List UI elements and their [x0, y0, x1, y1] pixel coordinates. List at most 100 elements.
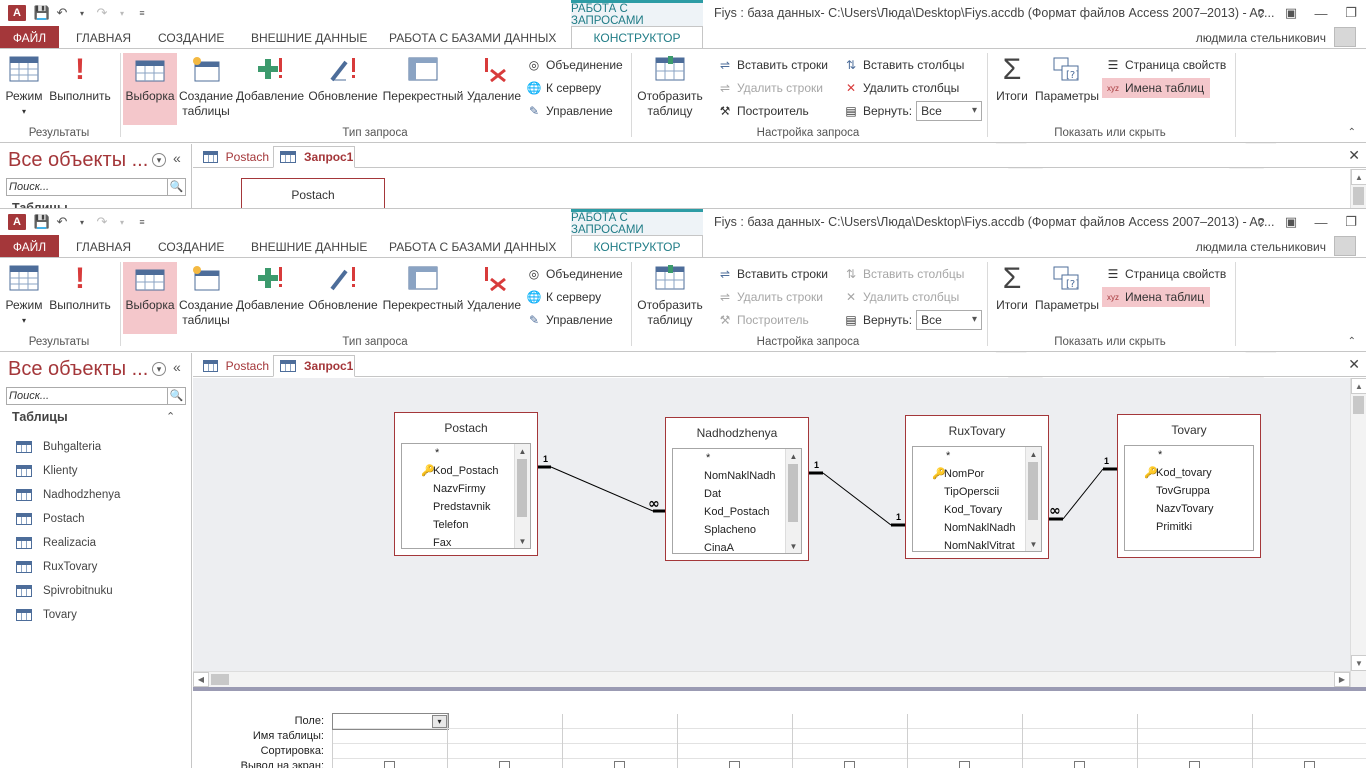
grid-cell[interactable]	[1138, 729, 1253, 744]
chevron-down-icon[interactable]: ▾	[432, 715, 447, 728]
show-checkbox[interactable]	[729, 761, 740, 768]
user-name[interactable]: людмила стельникович	[1196, 31, 1326, 45]
update-button[interactable]: Обновление	[306, 262, 380, 334]
show-checkbox[interactable]	[499, 761, 510, 768]
grid-column[interactable]	[792, 714, 908, 768]
table-names-button[interactable]: xyz Имена таблиц	[1102, 78, 1211, 98]
field-list-scrollbar[interactable]: ▲ ▼	[1025, 447, 1041, 551]
grid-cell[interactable]	[563, 729, 678, 744]
view-button[interactable]: Режим ▾	[4, 262, 44, 334]
avatar[interactable]	[1334, 27, 1356, 47]
grid-cell[interactable]	[448, 744, 563, 759]
nav-item-ruxtovary[interactable]: RuxTovary	[16, 557, 97, 577]
grid-cell[interactable]	[1023, 759, 1138, 768]
grid-cell[interactable]	[908, 714, 1023, 729]
undo-icon[interactable]: ↶	[52, 212, 72, 232]
field-item[interactable]: NomNaklNadh	[704, 467, 776, 485]
scroll-down-icon[interactable]: ▼	[1026, 537, 1041, 551]
insert-rows-button[interactable]: ⇌ Вставить строки	[717, 264, 828, 284]
grid-cell[interactable]	[678, 714, 793, 729]
field-item[interactable]: NomPor	[944, 465, 984, 483]
field-list-postach[interactable]: Postach	[241, 178, 385, 208]
field-all[interactable]: *	[706, 449, 710, 467]
builder-button[interactable]: ⚒ Построитель	[717, 101, 809, 121]
field-item[interactable]: NazvFirmy	[433, 480, 486, 498]
search-icon[interactable]: 🔍	[167, 388, 185, 404]
vertical-scrollbar[interactable]: ▲	[1350, 169, 1366, 208]
access-app-icon[interactable]: A	[8, 214, 26, 230]
save-icon[interactable]: 💾	[32, 212, 52, 232]
show-checkbox[interactable]	[384, 761, 395, 768]
show-checkbox[interactable]	[1304, 761, 1315, 768]
grid-column[interactable]	[677, 714, 793, 768]
ribbon-display-icon[interactable]: ▣	[1276, 209, 1306, 235]
scroll-up-icon[interactable]: ▲	[515, 444, 530, 458]
delete-rows-button[interactable]: ⇌ Удалить строки	[717, 78, 823, 98]
help-icon[interactable]: ?	[1246, 0, 1276, 26]
field-item[interactable]: NazvTovary	[1156, 500, 1213, 518]
field-item[interactable]: Fax	[433, 534, 451, 548]
tab-design[interactable]: КОНСТРУКТОР	[571, 235, 703, 258]
select-query-button[interactable]: Выборка	[123, 262, 177, 334]
horizontal-scrollbar[interactable]: ◀ ▶	[193, 671, 1350, 687]
collapse-ribbon-icon[interactable]: ⌃	[1348, 336, 1356, 347]
delete-rows-button[interactable]: ⇌ Удалить строки	[717, 287, 823, 307]
grid-cell[interactable]	[793, 729, 908, 744]
delete-columns-button[interactable]: ✕ Удалить столбцы	[843, 287, 959, 307]
field-list-ruxtovary[interactable]: RuxTovary * 🔑 NomPor TipOperscii Kod_Tov…	[905, 415, 1049, 559]
delete-columns-button[interactable]: ✕ Удалить столбцы	[843, 78, 959, 98]
tab-create[interactable]: СОЗДАНИЕ	[158, 26, 224, 49]
field-item[interactable]: Kod_Postach	[433, 462, 498, 480]
avatar[interactable]	[1334, 236, 1356, 256]
scroll-thumb[interactable]	[517, 459, 527, 517]
search-icon[interactable]: 🔍	[167, 179, 185, 195]
show-table-button[interactable]: Отобразить таблицу	[636, 262, 704, 334]
grid-cell[interactable]	[563, 759, 678, 768]
tab-postach[interactable]: Postach	[197, 355, 269, 377]
passthrough-button[interactable]: 🌐 К серверу	[526, 78, 602, 98]
union-button[interactable]: ◎ Объединение	[526, 264, 623, 284]
show-table-button[interactable]: Отобразить таблицу	[636, 53, 704, 125]
field-list-scrollbar[interactable]: ▲ ▼	[785, 449, 801, 553]
crosstab-button[interactable]: Перекрестный	[381, 53, 465, 125]
field-all[interactable]: *	[946, 447, 950, 465]
tab-file[interactable]: ФАЙЛ	[0, 235, 59, 258]
tab-design[interactable]: КОНСТРУКТОР	[571, 26, 703, 49]
chevron-down-icon[interactable]: ▾	[152, 362, 166, 376]
scroll-right-icon[interactable]: ▶	[1334, 672, 1350, 687]
scroll-thumb[interactable]	[1353, 396, 1364, 414]
scroll-up-icon[interactable]: ▲	[1351, 169, 1366, 185]
return-select[interactable]: Все	[916, 310, 983, 330]
union-button[interactable]: ◎ Объединение	[526, 55, 623, 75]
grid-cell[interactable]	[1253, 714, 1366, 729]
scroll-up-icon[interactable]: ▲	[1351, 378, 1366, 394]
scroll-down-icon[interactable]: ▼	[1351, 655, 1366, 671]
tab-query1[interactable]: Запрос1	[273, 355, 355, 377]
parameters-button[interactable]: [?] Параметры	[1034, 262, 1100, 334]
grid-cell[interactable]	[793, 744, 908, 759]
grid-cell[interactable]: ▾	[332, 713, 449, 730]
table-names-button[interactable]: xyz Имена таблиц	[1102, 287, 1211, 307]
ddl-button[interactable]: ✎ Управление	[526, 101, 613, 121]
field-all[interactable]: *	[1158, 446, 1162, 464]
field-list-items[interactable]: * 🔑 Kod_tovary TovGruppa NazvTovary Prim…	[1124, 445, 1254, 551]
grid-cell[interactable]	[793, 759, 908, 768]
field-item[interactable]: Kod_Tovary	[944, 501, 1002, 519]
grid-cell[interactable]	[1138, 759, 1253, 768]
show-checkbox[interactable]	[959, 761, 970, 768]
crosstab-button[interactable]: Перекрестный	[381, 262, 465, 334]
minimize-icon[interactable]: —	[1306, 0, 1336, 26]
grid-cell[interactable]	[563, 744, 678, 759]
insert-columns-button[interactable]: ⇅ Вставить столбцы	[843, 264, 964, 284]
run-button[interactable]: ! Выполнить	[48, 53, 112, 125]
nav-item-klienty[interactable]: Klienty	[16, 461, 78, 481]
property-sheet-button[interactable]: ☰ Страница свойств	[1105, 55, 1227, 75]
field-item[interactable]: Primitki	[1156, 518, 1192, 536]
scroll-thumb[interactable]	[211, 674, 229, 685]
scroll-thumb[interactable]	[1353, 187, 1364, 205]
tab-home[interactable]: ГЛАВНАЯ	[76, 26, 131, 49]
delete-query-button[interactable]: Удаление	[466, 262, 522, 334]
nav-item-realizacia[interactable]: Realizacia	[16, 533, 96, 553]
tab-database-tools[interactable]: РАБОТА С БАЗАМИ ДАННЫХ	[389, 26, 556, 49]
field-item[interactable]: TovGruppa	[1156, 482, 1210, 500]
